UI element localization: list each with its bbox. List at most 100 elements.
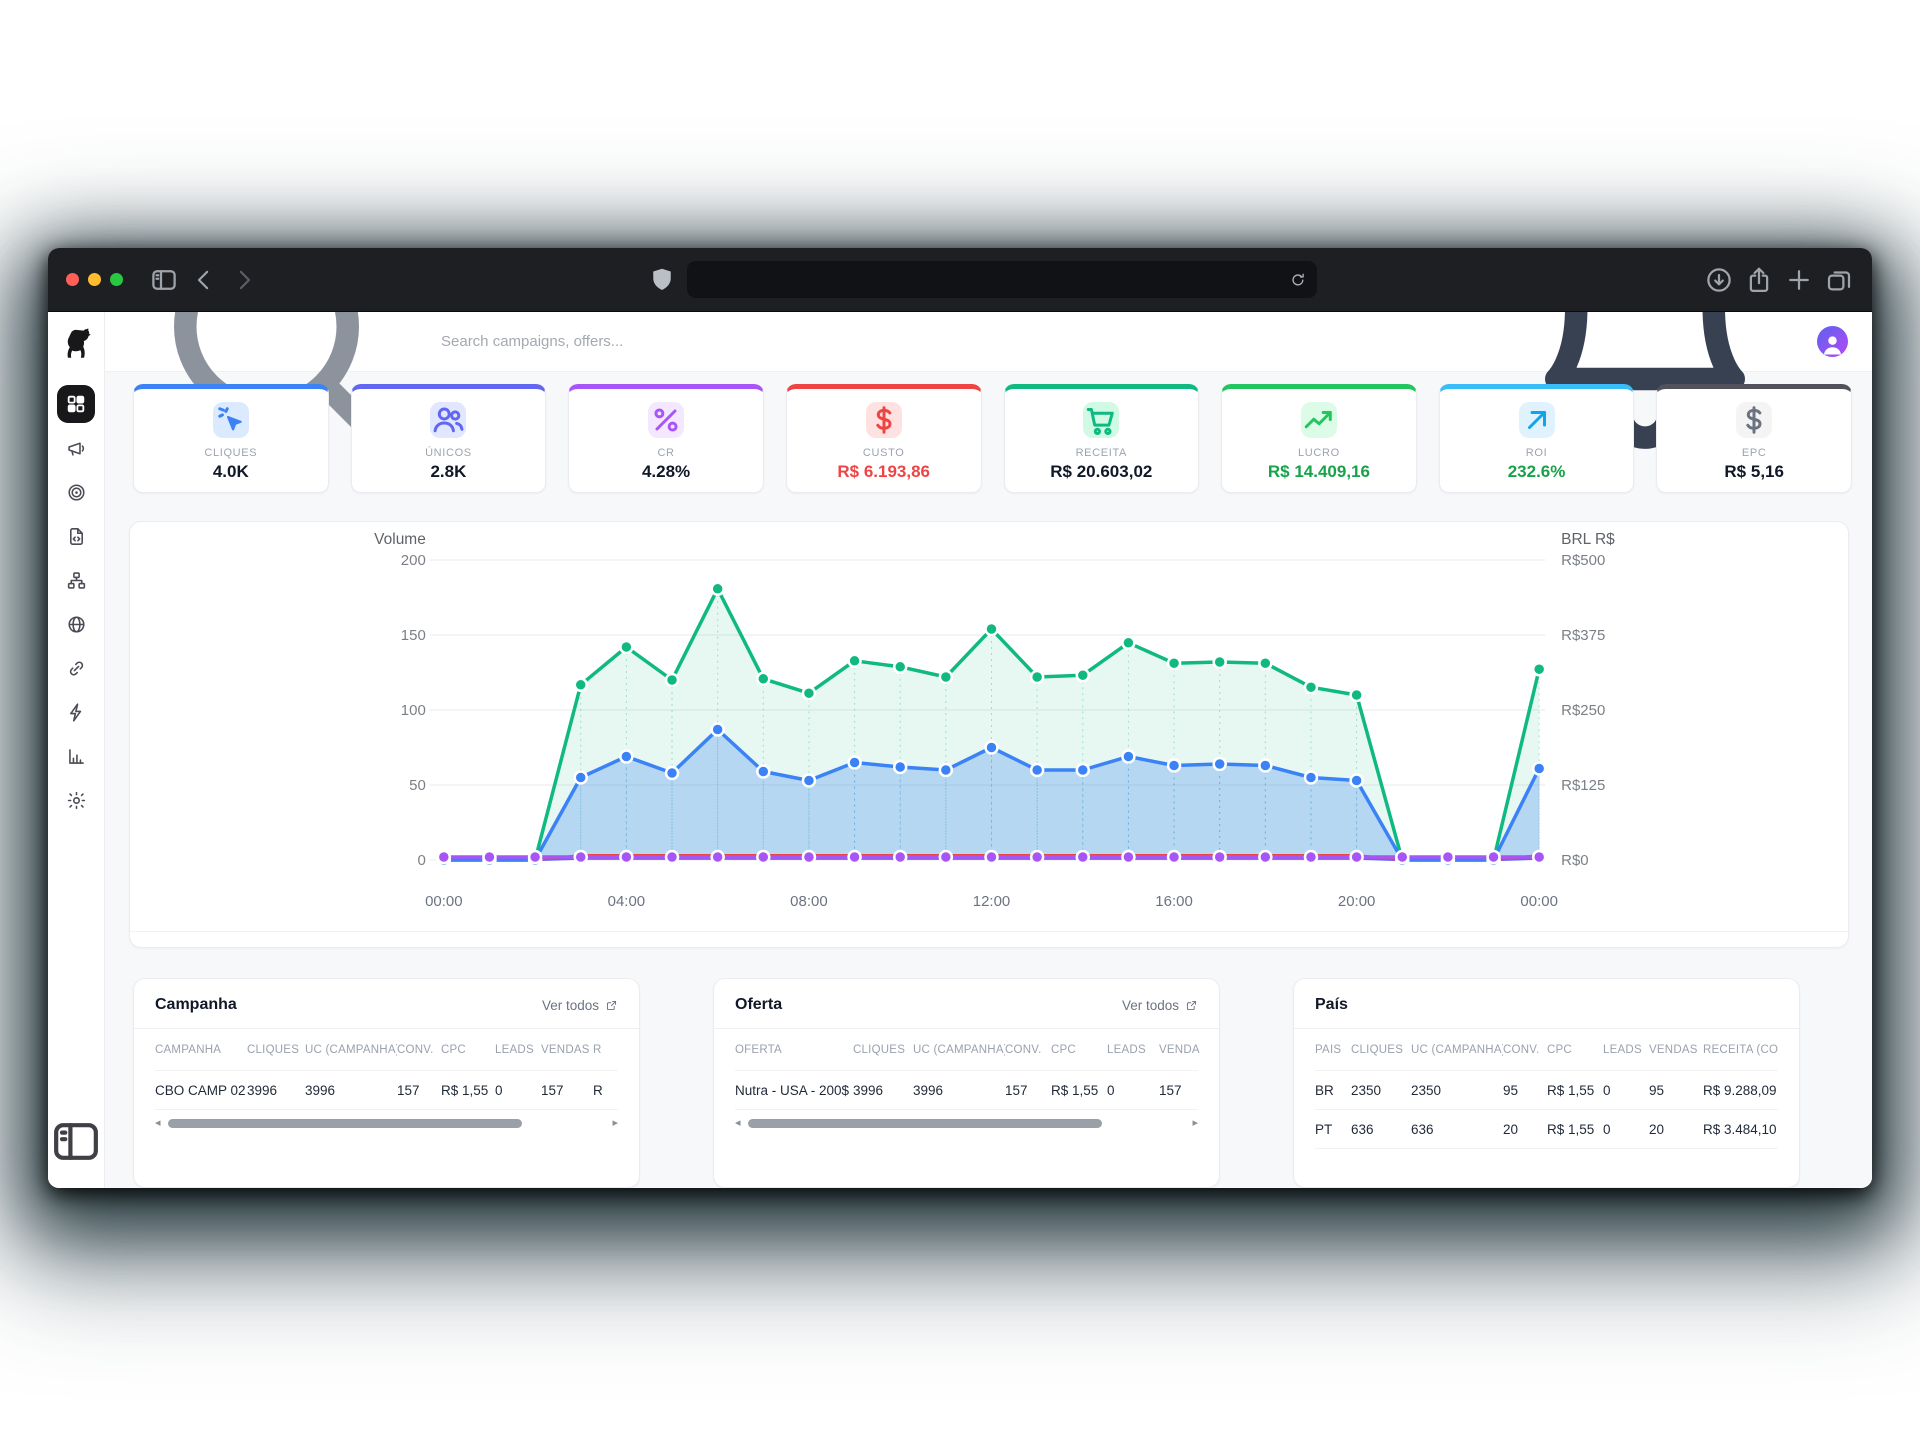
- trend-up-icon: [1301, 402, 1337, 438]
- column-header: CLIQUES: [247, 1044, 305, 1056]
- svg-text:200: 200: [401, 552, 426, 569]
- bar-chart-icon: [66, 746, 87, 767]
- table-cell: 0: [1107, 1083, 1159, 1098]
- table-cell: 157: [1159, 1083, 1200, 1098]
- summary-tables-row: CampanhaVer todosCAMPANHACLIQUESUC (CAMP…: [133, 978, 1872, 1188]
- browser-toolbar: [48, 248, 1872, 312]
- table-title: País: [1315, 996, 1348, 1014]
- ver-todos-link[interactable]: Ver todos: [542, 998, 618, 1013]
- ver-todos-link[interactable]: Ver todos: [1122, 998, 1198, 1013]
- table-title: Campanha: [155, 996, 237, 1014]
- sidebar-item-settings[interactable]: [54, 778, 98, 822]
- scrollbar-track[interactable]: [748, 1119, 1186, 1128]
- sidebar-item-dashboard[interactable]: [54, 382, 98, 426]
- back-button[interactable]: [189, 265, 219, 295]
- scroll-right-arrow[interactable]: ▸: [1192, 1118, 1198, 1129]
- sidebar-item-automation[interactable]: [54, 690, 98, 734]
- svg-text:150: 150: [401, 627, 426, 644]
- column-header: LEADS: [1603, 1044, 1649, 1056]
- table-row: Nutra - USA - 200$39963996157R$ 1,550157: [735, 1071, 1198, 1110]
- column-header: OFERTA: [735, 1044, 853, 1056]
- scrollbar-thumb[interactable]: [168, 1119, 523, 1128]
- users-icon: [430, 402, 466, 438]
- kpi-value: R$ 20.603,02: [1005, 462, 1199, 482]
- external-link-icon: [1185, 999, 1198, 1012]
- scrollbar-track[interactable]: [168, 1119, 606, 1128]
- user-avatar[interactable]: [1817, 326, 1848, 357]
- horizontal-scrollbar[interactable]: ◂▸: [735, 1113, 1198, 1133]
- svg-text:R$0: R$0: [1561, 852, 1588, 869]
- kpi-label: CR: [569, 447, 763, 459]
- sidebar-item-reports[interactable]: [54, 734, 98, 778]
- kpi-card-custo: CUSTOR$ 6.193,86: [786, 384, 982, 493]
- reload-icon[interactable]: [1289, 271, 1307, 289]
- sidebar-item-targets[interactable]: [54, 470, 98, 514]
- link-icon: [66, 658, 87, 679]
- sidebar-item-flows[interactable]: [54, 558, 98, 602]
- dog-logo[interactable]: [58, 326, 94, 364]
- downloads-button[interactable]: [1704, 265, 1734, 295]
- svg-text:R$375: R$375: [1561, 627, 1605, 644]
- column-header: CONV.: [397, 1044, 441, 1056]
- kpi-label: ROI: [1440, 447, 1634, 459]
- collapse-sidebar-icon[interactable]: [48, 1111, 104, 1172]
- app-header: [105, 312, 1872, 372]
- column-header: PAÍS: [1315, 1044, 1351, 1056]
- table-cell: R$ 1,55: [441, 1083, 495, 1098]
- scrollbar-thumb[interactable]: [748, 1119, 1103, 1128]
- globe-icon: [66, 614, 87, 635]
- column-header: VENDAS: [1649, 1044, 1703, 1056]
- kpi-label: ÚNICOS: [352, 447, 546, 459]
- column-header: LEADS: [495, 1044, 541, 1056]
- column-header: RECEITA (CO: [1703, 1044, 1780, 1056]
- column-header: CAMPANHA: [155, 1044, 247, 1056]
- table-cell: PT: [1315, 1122, 1351, 1137]
- kpi-value: 2.8K: [352, 462, 546, 482]
- share-button[interactable]: [1744, 265, 1774, 295]
- kpi-card-unicos: ÚNICOS 2.8K: [351, 384, 547, 493]
- sidebar-toggle-icon[interactable]: [149, 265, 179, 295]
- table-cell: R: [593, 1083, 620, 1098]
- dollar-icon: [1736, 402, 1772, 438]
- new-tab-button[interactable]: [1784, 265, 1814, 295]
- traffic-chart-card: 050100150200VolumeR$0R$125R$250R$375R$50…: [129, 521, 1849, 948]
- scroll-left-arrow[interactable]: ◂: [735, 1118, 741, 1129]
- zoom-window-button[interactable]: [110, 273, 123, 286]
- svg-text:BRL R$: BRL R$: [1561, 531, 1615, 548]
- target-icon: [66, 482, 87, 503]
- minimize-window-button[interactable]: [88, 273, 101, 286]
- search-input[interactable]: [441, 333, 861, 350]
- sidebar-item-campaigns[interactable]: [54, 426, 98, 470]
- column-header: CLIQUES: [853, 1044, 913, 1056]
- scroll-right-arrow[interactable]: ▸: [612, 1118, 618, 1129]
- svg-text:R$250: R$250: [1561, 702, 1605, 719]
- sidebar-item-landers[interactable]: [54, 514, 98, 558]
- arrow-up-right-icon: [1519, 402, 1555, 438]
- scroll-left-arrow[interactable]: ◂: [155, 1118, 161, 1129]
- sidebar-item-domains[interactable]: [54, 602, 98, 646]
- table-cell: 3996: [853, 1083, 913, 1098]
- privacy-shield-icon[interactable]: [647, 265, 677, 295]
- column-header: VENDAS: [541, 1044, 593, 1056]
- horizontal-scrollbar[interactable]: ◂▸: [155, 1113, 618, 1133]
- tab-overview-button[interactable]: [1824, 265, 1854, 295]
- table-cell: R$ 3.484,10: [1703, 1122, 1780, 1137]
- kpi-value: R$ 6.193,86: [787, 462, 981, 482]
- ver-todos-label: Ver todos: [542, 998, 599, 1013]
- sidebar: [48, 312, 105, 1188]
- table-card-pais: PaísPAÍSCLIQUESUC (CAMPANHA)CONV.CPCLEAD…: [1293, 978, 1800, 1188]
- sidebar-item-links[interactable]: [54, 646, 98, 690]
- table-cell: 20: [1503, 1122, 1547, 1137]
- svg-text:100: 100: [401, 702, 426, 719]
- kpi-label: RECEITA: [1005, 447, 1199, 459]
- forward-button[interactable]: [229, 265, 259, 295]
- file-code-icon: [66, 526, 87, 547]
- close-window-button[interactable]: [66, 273, 79, 286]
- svg-text:0: 0: [417, 852, 425, 869]
- address-bar[interactable]: [687, 261, 1317, 298]
- kpi-value: 232.6%: [1440, 462, 1634, 482]
- kpi-card-cr: CR4.28%: [568, 384, 764, 493]
- table-cell: R$ 1,55: [1547, 1122, 1603, 1137]
- column-header: VENDAS: [1159, 1044, 1200, 1056]
- table-row: PT63663620R$ 1,55020R$ 3.484,10: [1315, 1110, 1778, 1149]
